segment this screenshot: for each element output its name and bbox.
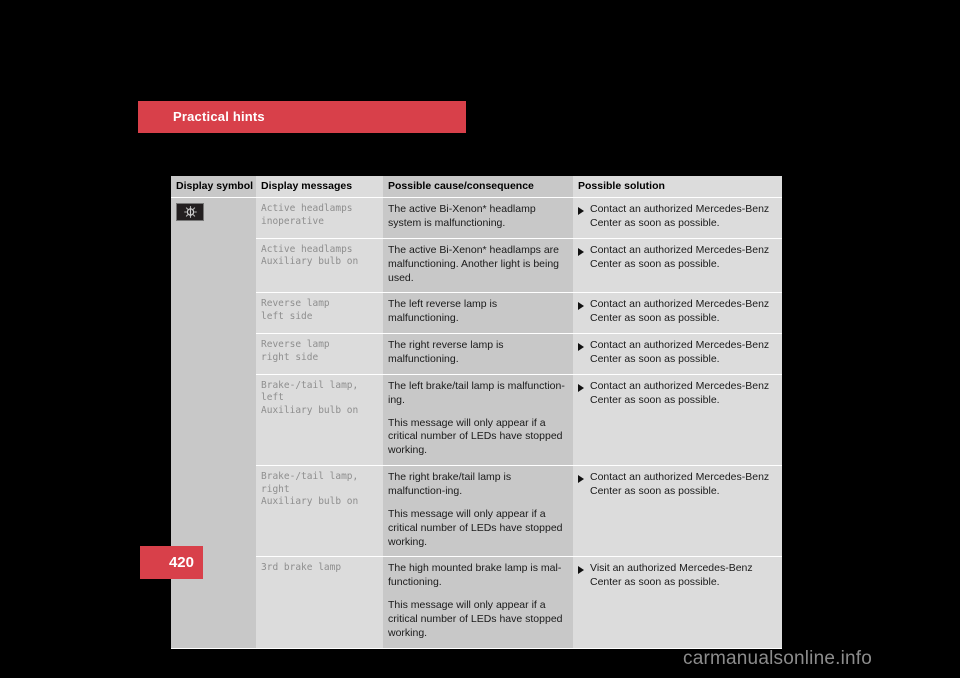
- solution-item: Contact an authorized Mercedes-Benz Cent…: [578, 203, 775, 231]
- section-banner: Practical hints: [138, 101, 466, 133]
- column-header-possible-solution: Possible solution: [573, 176, 782, 199]
- solution-item: Contact an authorized Mercedes-Benz Cent…: [578, 471, 775, 499]
- solution-text: Contact an authorized Mercedes-Benz Cent…: [590, 339, 770, 365]
- cause-paragraph: The high mounted brake lamp is mal-funct…: [388, 562, 562, 589]
- table-row: Brake-/tail lamp, right Auxiliary bulb o…: [171, 465, 782, 558]
- triangle-bullet-icon: [578, 247, 584, 256]
- possible-solution-cell: Contact an authorized Mercedes-Benz Cent…: [573, 292, 782, 335]
- solution-text: Contact an authorized Mercedes-Benz Cent…: [590, 298, 770, 325]
- column-header-display-messages: Display messages: [256, 176, 383, 199]
- triangle-bullet-icon: [578, 475, 584, 484]
- cause-paragraph: The left reverse lamp is malfunctioning.: [388, 298, 498, 325]
- table-row: Active headlamps inoperative The active B…: [171, 197, 782, 649]
- table-header-row: Display symbol Display messages Possible…: [171, 176, 782, 199]
- cause-paragraph: The right brake/tail lamp is malfunction…: [388, 471, 512, 497]
- solution-text: Contact an authorized Mercedes-Benz Cent…: [590, 471, 770, 497]
- cause-paragraph: This message will only appear if a criti…: [388, 507, 563, 548]
- table-row: 3rd brake lamp The high mounted brake lam…: [171, 556, 782, 649]
- cause-paragraph: The active Bi-Xenon* headlamps are malfu…: [388, 243, 560, 284]
- possible-solution-cell: Contact an authorized Mercedes-Benz Cent…: [573, 465, 782, 558]
- solution-item: Visit an authorized Mercedes-Benz Center…: [578, 562, 775, 590]
- solution-text: Contact an authorized Mercedes-Benz Cent…: [590, 243, 770, 270]
- possible-solution-cell: Contact an authorized Mercedes-Benz Cent…: [573, 238, 782, 294]
- solution-text: Visit an authorized Mercedes-Benz Center…: [590, 562, 753, 589]
- possible-cause-cell: The active Bi-Xenon* headlamp system is …: [383, 197, 573, 239]
- possible-cause-cell: The left reverse lamp is malfunctioning.: [383, 292, 573, 335]
- page-number: 420: [168, 554, 194, 571]
- solution-text: Contact an authorized Mercedes-Benz Cent…: [590, 379, 770, 406]
- display-message-cell: Reverse lamp left side: [256, 292, 383, 335]
- display-message-cell: 3rd brake lamp: [256, 556, 383, 649]
- cause-paragraph: This message will only appear if a criti…: [388, 416, 563, 457]
- possible-cause-cell: The left brake/tail lamp is malfunction-…: [383, 374, 573, 467]
- cause-paragraph: The active Bi-Xenon* headlamp system is …: [388, 203, 536, 229]
- triangle-bullet-icon: [578, 383, 584, 392]
- cause-paragraph: The right reverse lamp is malfunctioning…: [388, 339, 504, 365]
- cause-paragraph: The left brake/tail lamp is malfunction-…: [388, 379, 565, 406]
- solution-item: Contact an authorized Mercedes-Benz Cent…: [578, 298, 775, 326]
- solution-item: Contact an authorized Mercedes-Benz Cent…: [578, 339, 775, 367]
- display-message-cell: Active headlamps Auxiliary bulb on: [256, 238, 383, 294]
- display-message-cell: Reverse lamp right side: [256, 333, 383, 375]
- table-row: Active headlamps Auxiliary bulb on The ac…: [171, 238, 782, 294]
- display-messages-table: Display symbol Display messages Possible…: [171, 176, 782, 649]
- possible-cause-cell: The high mounted brake lamp is mal-funct…: [383, 556, 573, 649]
- possible-cause-cell: The right brake/tail lamp is malfunction…: [383, 465, 573, 558]
- solution-item: Contact an authorized Mercedes-Benz Cent…: [578, 380, 775, 408]
- headlamp-indicator-icon: [176, 203, 204, 222]
- display-symbol-cell: [171, 197, 256, 649]
- solution-text: Contact an authorized Mercedes-Benz Cent…: [590, 203, 770, 229]
- section-title: Practical hints: [173, 109, 265, 124]
- triangle-bullet-icon: [578, 302, 584, 311]
- display-message-cell: Brake-/tail lamp, right Auxiliary bulb o…: [256, 465, 383, 558]
- possible-solution-cell: Contact an authorized Mercedes-Benz Cent…: [573, 197, 782, 239]
- solution-item: Contact an authorized Mercedes-Benz Cent…: [578, 244, 775, 272]
- triangle-bullet-icon: [578, 207, 584, 216]
- possible-cause-cell: The right reverse lamp is malfunctioning…: [383, 333, 573, 375]
- possible-solution-cell: Contact an authorized Mercedes-Benz Cent…: [573, 333, 782, 375]
- column-header-possible-cause: Possible cause/consequence: [383, 176, 573, 199]
- display-message-cell: Active headlamps inoperative: [256, 197, 383, 239]
- table-row: Reverse lamp left side The left reverse l…: [171, 292, 782, 335]
- triangle-bullet-icon: [578, 566, 584, 575]
- watermark-text: carmanualsonline.info: [683, 648, 873, 669]
- cause-paragraph: This message will only appear if a criti…: [388, 599, 563, 639]
- possible-solution-cell: Contact an authorized Mercedes-Benz Cent…: [573, 374, 782, 467]
- page-number-tab: 420: [140, 546, 203, 579]
- table-row: Reverse lamp right side The right reverse…: [171, 333, 782, 375]
- possible-cause-cell: The active Bi-Xenon* headlamps are malfu…: [383, 238, 573, 294]
- triangle-bullet-icon: [578, 343, 584, 352]
- column-header-display-symbol: Display symbol: [171, 176, 256, 199]
- possible-solution-cell: Visit an authorized Mercedes-Benz Center…: [573, 556, 782, 649]
- display-message-cell: Brake-/tail lamp, left Auxiliary bulb on: [256, 374, 383, 467]
- table-row: Brake-/tail lamp, left Auxiliary bulb on…: [171, 374, 782, 467]
